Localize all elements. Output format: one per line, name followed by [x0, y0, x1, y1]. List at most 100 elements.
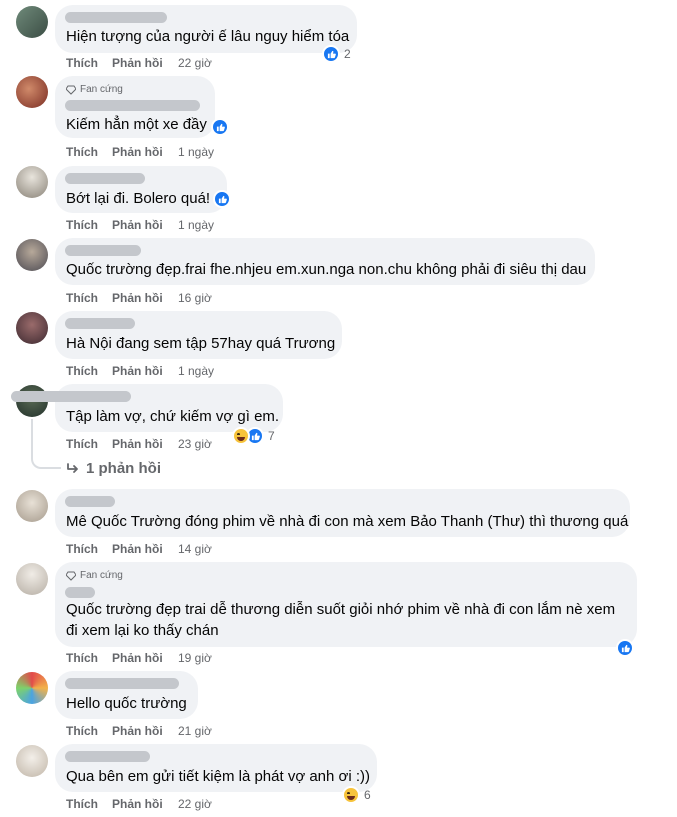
reaction-summary[interactable]: 6 [342, 786, 371, 804]
like-button[interactable]: Thích [66, 56, 112, 70]
diamond-icon [66, 85, 76, 95]
avatar[interactable] [16, 166, 48, 198]
fan-badge: Fan cứng [66, 84, 123, 95]
reaction-summary[interactable]: 7 [232, 427, 275, 445]
comment-bubble: Hello quốc trường [55, 671, 198, 719]
reply-button[interactable]: Phản hồi [112, 797, 178, 811]
timestamp[interactable]: 16 giờ [178, 291, 212, 305]
avatar[interactable] [16, 76, 48, 108]
avatar[interactable] [16, 672, 48, 704]
haha-reaction-icon [232, 427, 250, 445]
reaction-count: 6 [364, 788, 371, 802]
like-button[interactable]: Thích [66, 651, 112, 665]
redacted-name [65, 678, 179, 689]
comment-text: Hiện tượng của người ế lâu nguy hiểm tóa [66, 28, 350, 45]
like-reaction-icon [616, 639, 634, 657]
reply-button[interactable]: Phản hồi [112, 542, 178, 556]
reply-button[interactable]: Phản hồi [112, 724, 178, 738]
like-button[interactable]: Thích [66, 364, 112, 378]
reaction-summary[interactable] [213, 190, 231, 208]
comment-text: Hello quốc trường [66, 695, 187, 712]
comment-actions: Thích Phản hồi 1 ngày [66, 364, 214, 378]
comment-text: Quốc trường đẹp trai dễ thương diễn suốt… [66, 601, 616, 639]
like-button[interactable]: Thích [66, 437, 112, 451]
reaction-summary[interactable] [211, 118, 229, 136]
fan-badge: Fan cứng [66, 570, 123, 581]
reaction-summary[interactable]: 2 [322, 45, 351, 63]
like-reaction-icon [213, 190, 231, 208]
timestamp[interactable]: 1 ngày [178, 145, 214, 159]
avatar[interactable] [16, 239, 48, 271]
comment-text: Qua bên em gửi tiết kiệm là phát vợ anh … [66, 768, 371, 785]
reaction-count: 7 [268, 429, 275, 443]
reply-button[interactable]: Phản hồi [112, 218, 178, 232]
reply-button[interactable]: Phản hồi [112, 56, 178, 70]
reply-button[interactable]: Phản hồi [112, 437, 178, 451]
avatar[interactable] [16, 312, 48, 344]
comment-actions: Thích Phản hồi 22 giờ [66, 56, 212, 70]
timestamp[interactable]: 23 giờ [178, 437, 212, 451]
reply-thread-connector [31, 419, 61, 469]
redacted-name [65, 496, 115, 507]
comment-actions: Thích Phản hồi 23 giờ [66, 437, 212, 451]
view-replies-label: 1 phản hồi [86, 460, 161, 477]
reply-arrow-icon [67, 462, 78, 473]
timestamp[interactable]: 1 ngày [178, 364, 214, 378]
avatar[interactable] [16, 490, 48, 522]
comment-bubble: Mê Quốc Trường đóng phim về nhà đi con m… [55, 489, 630, 537]
redacted-name [65, 12, 167, 23]
comment-actions: Thích Phản hồi 19 giờ [66, 651, 212, 665]
comment-bubble: Hà Nội đang sem tập 57hay quá Trương [55, 311, 342, 359]
reaction-summary[interactable] [616, 639, 634, 657]
view-replies-button[interactable]: 1 phản hồi [66, 460, 161, 477]
like-button[interactable]: Thích [66, 291, 112, 305]
reply-button[interactable]: Phản hồi [112, 364, 178, 378]
comment-bubble: Hiện tượng của người ế lâu nguy hiểm tóa [55, 5, 357, 53]
comment-actions: Thích Phản hồi 1 ngày [66, 218, 214, 232]
like-button[interactable]: Thích [66, 218, 112, 232]
comment-actions: Thích Phản hồi 16 giờ [66, 291, 212, 305]
redacted-name [11, 391, 131, 402]
comment-actions: Thích Phản hồi 14 giờ [66, 542, 212, 556]
redacted-name [65, 245, 141, 256]
comment-text: Quốc trường đẹp.frai fhe.nhjeu em.xun.ng… [66, 261, 587, 278]
comment-text: Kiếm hẳn một xe đầy [66, 116, 207, 133]
comment-actions: Thích Phản hồi 22 giờ [66, 797, 212, 811]
comment-bubble: Qua bên em gửi tiết kiệm là phát vợ anh … [55, 744, 377, 792]
reply-button[interactable]: Phản hồi [112, 145, 178, 159]
timestamp[interactable]: 21 giờ [178, 724, 212, 738]
redacted-name [65, 318, 135, 329]
fan-badge-label: Fan cứng [80, 570, 123, 581]
timestamp[interactable]: 1 ngày [178, 218, 214, 232]
fan-badge-label: Fan cứng [80, 84, 123, 95]
timestamp[interactable]: 22 giờ [178, 797, 212, 811]
comment-bubble: Fan cứng Kiếm hẳn một xe đầy [55, 76, 215, 138]
reply-button[interactable]: Phản hồi [112, 651, 178, 665]
avatar[interactable] [16, 6, 48, 38]
comment-text: Tập làm vợ, chứ kiếm vợ gì em. [66, 408, 280, 425]
like-reaction-icon [211, 118, 229, 136]
comment-text: Hà Nội đang sem tập 57hay quá Trương [66, 335, 336, 352]
comment-bubble: Tập làm vợ, chứ kiếm vợ gì em. [11, 384, 283, 432]
timestamp[interactable]: 19 giờ [178, 651, 212, 665]
avatar[interactable] [16, 745, 48, 777]
redacted-name [65, 100, 200, 111]
comment-bubble: Quốc trường đẹp.frai fhe.nhjeu em.xun.ng… [55, 238, 595, 285]
reply-button[interactable]: Phản hồi [112, 291, 178, 305]
comment-actions: Thích Phản hồi 1 ngày [66, 145, 214, 159]
like-button[interactable]: Thích [66, 145, 112, 159]
comment-bubble: Bớt lại đi. Bolero quá! [55, 166, 227, 213]
like-reaction-icon [322, 45, 340, 63]
comment-text: Mê Quốc Trường đóng phim về nhà đi con m… [66, 513, 629, 530]
like-button[interactable]: Thích [66, 724, 112, 738]
redacted-name [65, 173, 145, 184]
avatar[interactable] [16, 563, 48, 595]
timestamp[interactable]: 14 giờ [178, 542, 212, 556]
like-button[interactable]: Thích [66, 797, 112, 811]
haha-reaction-icon [342, 786, 360, 804]
like-button[interactable]: Thích [66, 542, 112, 556]
redacted-name [65, 751, 150, 762]
comment-actions: Thích Phản hồi 21 giờ [66, 724, 212, 738]
timestamp[interactable]: 22 giờ [178, 56, 212, 70]
comment-text: Bớt lại đi. Bolero quá! [66, 190, 211, 207]
